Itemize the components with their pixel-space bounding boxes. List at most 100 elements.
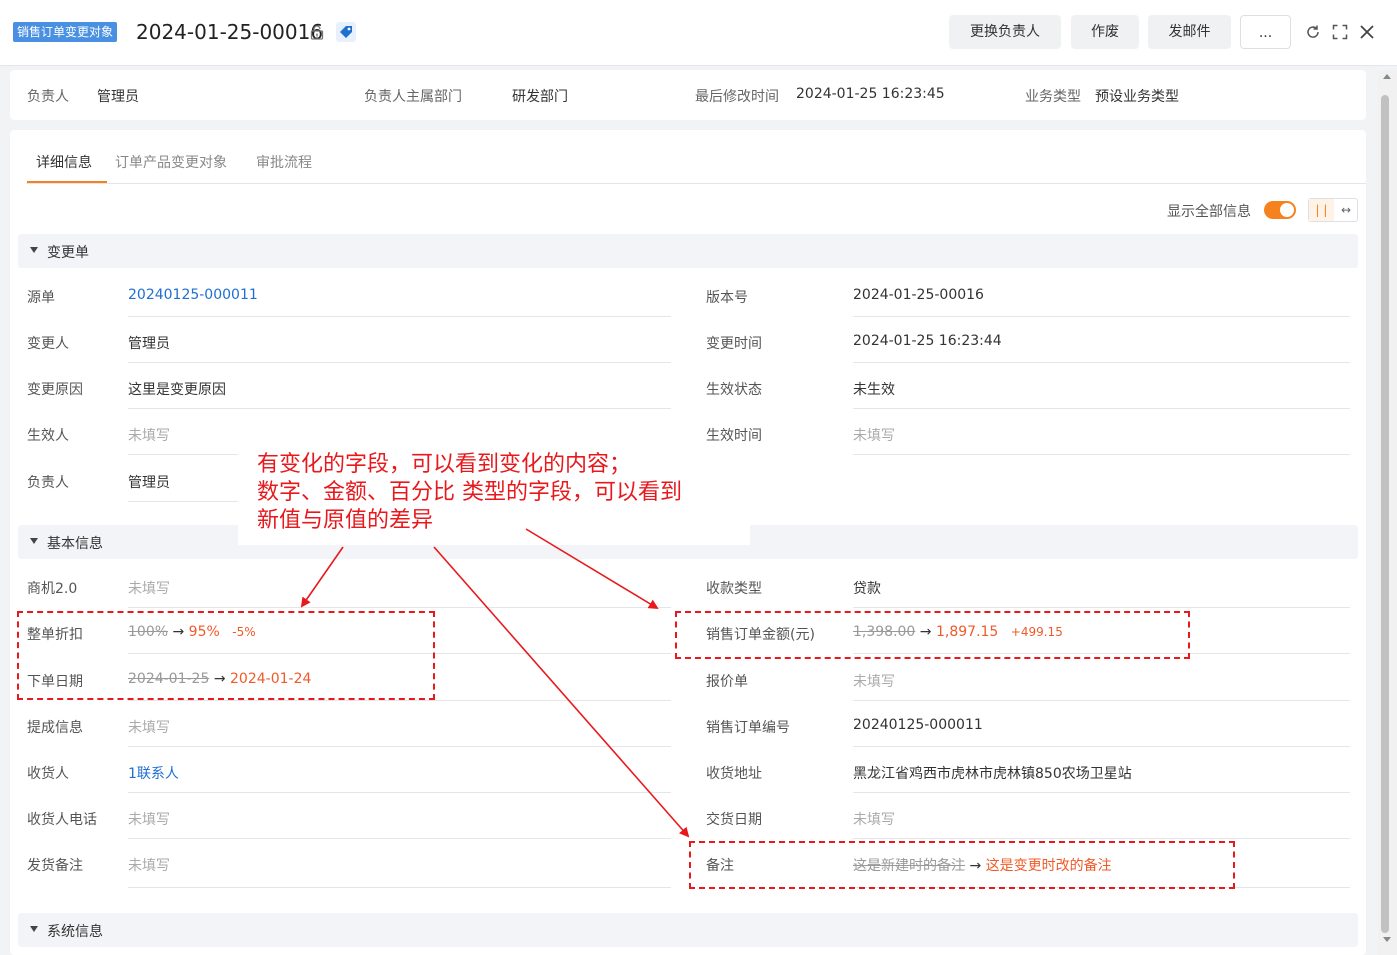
field-divider <box>128 838 671 839</box>
field-divider <box>853 454 1350 455</box>
summary-value: 2024-01-25 16:23:45 <box>796 86 945 102</box>
record-title: 2024-01-25-00016 <box>136 20 324 44</box>
field-value-empty: 未填写 <box>853 674 895 690</box>
field-divider <box>853 838 1350 839</box>
field-label: 销售订单编号 <box>706 720 790 736</box>
field-divider <box>128 362 671 363</box>
field-label: 变更人 <box>27 336 69 352</box>
highlight-box-discount-date <box>17 611 435 700</box>
annotation-line: 数字、金额、百分比 类型的字段，可以看到 <box>257 480 682 505</box>
field-label: 收货人 <box>27 766 69 782</box>
section-title: 系统信息 <box>47 924 103 940</box>
change-owner-button[interactable]: 更换负责人 <box>949 15 1061 49</box>
caret-down-icon <box>30 247 38 253</box>
section-title: 变更单 <box>47 245 89 261</box>
field-divider <box>128 887 671 888</box>
field-label: 提成信息 <box>27 720 83 736</box>
close-icon[interactable] <box>1359 24 1375 40</box>
field-label: 变更原因 <box>27 382 83 398</box>
annotation-line: 有变化的字段，可以看到变化的内容； <box>257 452 632 477</box>
consignee-link[interactable]: 1联系人 <box>128 763 179 783</box>
field-divider <box>853 408 1350 409</box>
summary-value: 管理员 <box>97 89 139 105</box>
field-value-empty: 未填写 <box>128 858 170 874</box>
highlight-box-amount <box>675 611 1190 659</box>
field-label: 交货日期 <box>706 812 762 828</box>
field-value: 2024-01-25-00016 <box>853 287 984 303</box>
field-divider <box>128 700 671 701</box>
tab-approval-flow[interactable]: 审批流程 <box>256 152 312 172</box>
field-value: 未生效 <box>853 382 895 398</box>
field-label: 源单 <box>27 290 55 306</box>
annotation-text: 有变化的字段，可以看到变化的内容； 数字、金额、百分比 类型的字段，可以看到 新… <box>257 451 752 535</box>
field-label: 负责人 <box>27 475 69 491</box>
section-title: 基本信息 <box>47 536 103 552</box>
annotation-callout: 有变化的字段，可以看到变化的内容； 数字、金额、百分比 类型的字段，可以看到 新… <box>238 445 750 545</box>
active-tab-indicator <box>27 181 107 183</box>
field-label: 收货人电话 <box>27 812 97 828</box>
field-value: 这里是变更原因 <box>128 382 226 398</box>
field-value-empty: 未填写 <box>128 581 170 597</box>
detail-header: 销售订单变更对象 2024-01-25-00016 更换负责人 作废 发邮件 .… <box>0 0 1397 66</box>
lock-icon[interactable] <box>309 24 325 40</box>
field-divider <box>128 316 671 317</box>
void-button[interactable]: 作废 <box>1071 15 1139 49</box>
two-column-layout-icon[interactable]: | | <box>1309 199 1334 221</box>
label-tag-icon[interactable] <box>336 22 356 42</box>
scrollbar-thumb[interactable] <box>1381 95 1389 933</box>
field-value-empty: 未填写 <box>128 428 170 444</box>
field-label: 生效状态 <box>706 382 762 398</box>
summary-label: 业务类型 <box>1025 89 1081 105</box>
field-value: 20240125-000011 <box>853 717 983 733</box>
field-label: 收货地址 <box>706 766 762 782</box>
field-value: 管理员 <box>128 475 170 491</box>
scroll-down-icon[interactable] <box>1383 937 1391 942</box>
field-value: 黑龙江省鸡西市虎林市虎林镇850农场卫星站 <box>853 766 1132 782</box>
scroll-up-icon[interactable] <box>1383 74 1391 79</box>
full-width-layout-icon[interactable]: ↔ <box>1334 199 1358 221</box>
more-actions-button[interactable]: ... <box>1240 15 1291 49</box>
refresh-icon[interactable] <box>1305 24 1321 40</box>
caret-down-icon <box>30 926 38 932</box>
field-value: 2024-01-25 16:23:44 <box>853 333 1002 349</box>
object-type-tag: 销售订单变更对象 <box>13 22 118 42</box>
field-label: 报价单 <box>706 674 748 690</box>
field-value-empty: 未填写 <box>128 812 170 828</box>
field-label: 商机2.0 <box>27 581 78 597</box>
field-divider <box>853 362 1350 363</box>
source-order-link[interactable]: 20240125-000011 <box>128 287 258 303</box>
field-value-empty: 未填写 <box>853 428 895 444</box>
field-divider <box>853 746 1350 747</box>
field-value-empty: 未填写 <box>128 720 170 736</box>
tab-order-products[interactable]: 订单产品变更对象 <box>115 152 227 172</box>
summary-label: 最后修改时间 <box>695 89 779 105</box>
field-label: 发货备注 <box>27 858 83 874</box>
send-mail-button[interactable]: 发邮件 <box>1148 15 1231 49</box>
field-label: 版本号 <box>706 290 748 306</box>
field-label: 生效时间 <box>706 428 762 444</box>
tab-detail-info[interactable]: 详细信息 <box>36 152 92 172</box>
field-divider <box>128 746 671 747</box>
tabs-divider <box>26 183 1366 184</box>
field-label: 变更时间 <box>706 336 762 352</box>
show-all-label: 显示全部信息 <box>1167 204 1251 220</box>
fullscreen-icon[interactable] <box>1332 24 1348 40</box>
field-label: 生效人 <box>27 428 69 444</box>
field-divider <box>853 607 1350 608</box>
show-all-toggle[interactable] <box>1264 201 1296 219</box>
highlight-box-remark <box>689 841 1235 889</box>
field-divider <box>853 700 1350 701</box>
summary-label: 负责人主属部门 <box>364 89 462 105</box>
field-divider <box>853 316 1350 317</box>
section-header-change[interactable]: 变更单 <box>18 234 1358 268</box>
summary-value: 预设业务类型 <box>1095 89 1179 105</box>
layout-switch[interactable]: | | ↔ <box>1308 198 1358 222</box>
field-divider <box>128 792 671 793</box>
field-label: 收款类型 <box>706 581 762 597</box>
caret-down-icon <box>30 538 38 544</box>
field-value: 管理员 <box>128 336 170 352</box>
field-value: 贷款 <box>853 581 881 597</box>
section-header-system[interactable]: 系统信息 <box>18 913 1358 947</box>
summary-label: 负责人 <box>27 89 69 105</box>
summary-value: 研发部门 <box>512 89 568 105</box>
